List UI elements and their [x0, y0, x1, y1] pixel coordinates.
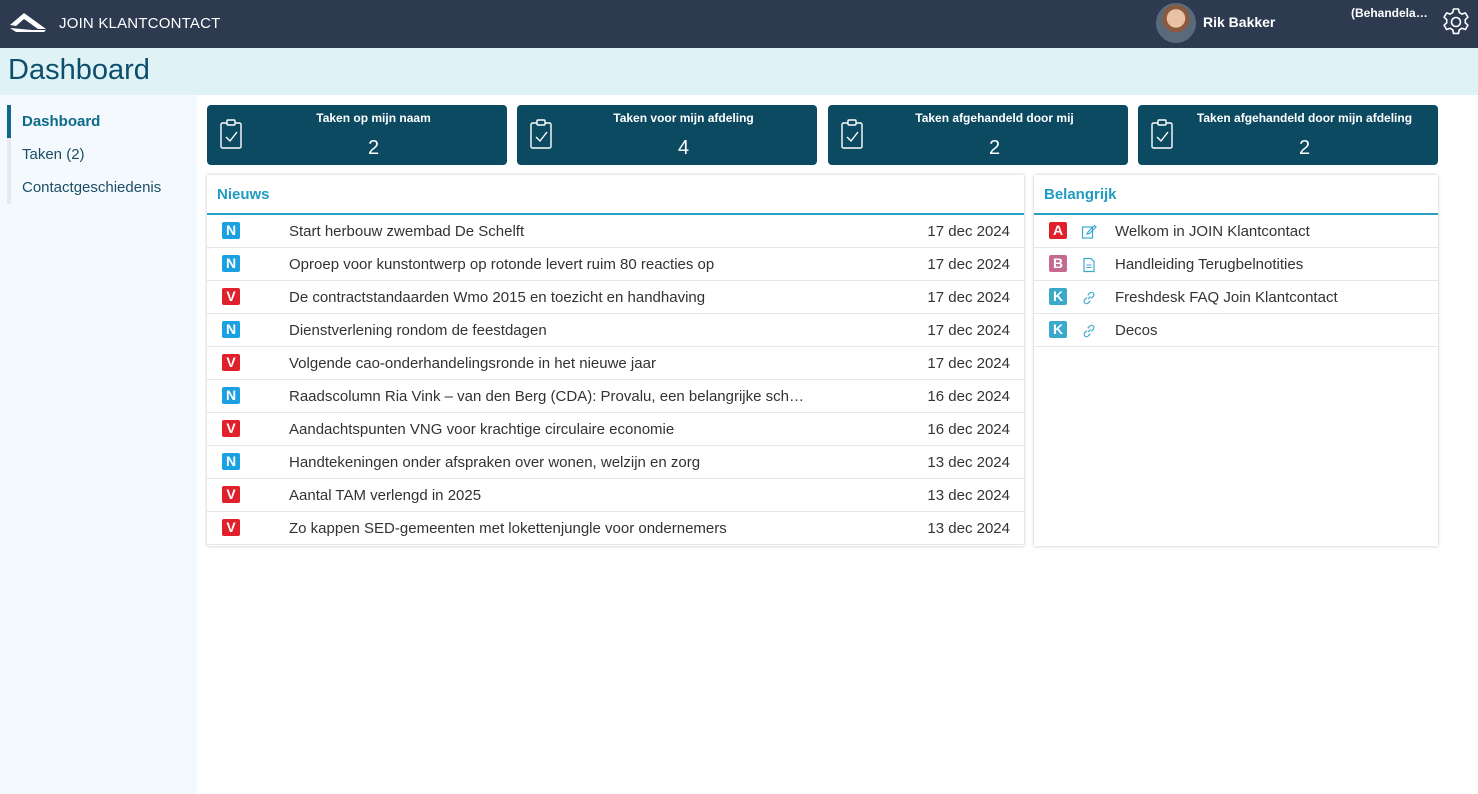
- news-row[interactable]: V Zo kappen SED-gemeenten met lokettenjun…: [207, 512, 1024, 545]
- important-panel: Belangrijk A Welkom in JOIN Klantcontact B…: [1034, 175, 1438, 546]
- news-row[interactable]: N Start herbouw zwembad De Schelft 17 dec …: [207, 215, 1024, 248]
- important-type-badge: A: [1049, 222, 1067, 239]
- join-logo-icon[interactable]: [8, 11, 48, 35]
- news-date: 17 dec 2024: [927, 322, 1010, 339]
- news-type-badge: V: [222, 354, 240, 371]
- sidebar-item-taken[interactable]: Taken (2): [11, 138, 187, 171]
- edit-icon: [1081, 224, 1097, 240]
- news-title[interactable]: Handtekeningen onder afspraken over wone…: [289, 454, 809, 471]
- news-title[interactable]: Raadscolumn Ria Vink – van den Berg (CDA…: [289, 388, 809, 405]
- important-row[interactable]: B Handleiding Terugbelnotities: [1034, 248, 1438, 281]
- important-type-badge: K: [1049, 288, 1067, 305]
- tile-count: 2: [988, 137, 1001, 159]
- news-date: 16 dec 2024: [927, 421, 1010, 438]
- news-date: 16 dec 2024: [927, 388, 1010, 405]
- sidebar: Dashboard Taken (2) Contactgeschiedenis: [0, 95, 197, 794]
- important-row[interactable]: K Freshdesk FAQ Join Klantcontact: [1034, 281, 1438, 314]
- tile-taken-voor-mijn-afdeling[interactable]: Taken voor mijn afdeling 4: [517, 105, 817, 165]
- news-date: 17 dec 2024: [927, 256, 1010, 273]
- news-date: 17 dec 2024: [927, 355, 1010, 372]
- news-title[interactable]: Start herbouw zwembad De Schelft: [289, 223, 809, 240]
- important-panel-title: Belangrijk: [1034, 175, 1438, 215]
- news-title[interactable]: Dienstverlening rondom de feestdagen: [289, 322, 809, 339]
- tile-taken-op-mijn-naam[interactable]: Taken op mijn naam 2: [207, 105, 507, 165]
- important-title[interactable]: Handleiding Terugbelnotities: [1115, 256, 1303, 273]
- page-header: Dashboard: [0, 48, 1478, 95]
- news-type-badge: V: [222, 486, 240, 503]
- important-title[interactable]: Decos: [1115, 322, 1158, 339]
- news-type-badge: N: [222, 222, 240, 239]
- news-row[interactable]: V Volgende cao-onderhandelingsronde in he…: [207, 347, 1024, 380]
- avatar[interactable]: [1156, 3, 1196, 43]
- important-list: A Welkom in JOIN Klantcontact B Handleiding…: [1034, 215, 1438, 347]
- tile-count: 2: [1298, 137, 1311, 159]
- news-type-badge: N: [222, 387, 240, 404]
- important-title[interactable]: Welkom in JOIN Klantcontact: [1115, 223, 1310, 240]
- tile-label: Taken afgehandeld door mij: [915, 111, 1074, 125]
- news-date: 13 dec 2024: [927, 487, 1010, 504]
- news-title[interactable]: De contractstandaarden Wmo 2015 en toezi…: [289, 289, 809, 306]
- news-title[interactable]: Aantal TAM verlengd in 2025: [289, 487, 809, 504]
- news-title[interactable]: Aandachtspunten VNG voor krachtige circu…: [289, 421, 809, 438]
- news-row[interactable]: N Handtekeningen onder afspraken over won…: [207, 446, 1024, 479]
- news-row[interactable]: N Oproep voor kunstontwerp op rotonde lev…: [207, 248, 1024, 281]
- tile-taken-afgehandeld-door-mijn-afdeling[interactable]: Taken afgehandeld door mijn afdeling 2: [1138, 105, 1438, 165]
- clipboard-check-icon: [220, 119, 242, 149]
- important-type-badge: K: [1049, 321, 1067, 338]
- link-icon: [1081, 290, 1097, 306]
- document-icon: [1081, 257, 1097, 273]
- tile-count: 2: [367, 137, 380, 159]
- news-type-badge: N: [222, 453, 240, 470]
- sidebar-nav: Dashboard Taken (2) Contactgeschiedenis: [7, 105, 187, 204]
- sidebar-item-dashboard[interactable]: Dashboard: [7, 105, 187, 138]
- tile-count: 4: [677, 137, 690, 159]
- news-panel-title: Nieuws: [207, 175, 1024, 215]
- tile-label: Taken op mijn naam: [316, 111, 431, 125]
- app-title[interactable]: JOIN KLANTCONTACT: [59, 15, 220, 32]
- news-panel: Nieuws N Start herbouw zwembad De Schelft…: [207, 175, 1024, 546]
- important-type-badge: B: [1049, 255, 1067, 272]
- user-name[interactable]: Rik Bakker: [1203, 14, 1275, 30]
- news-type-badge: V: [222, 288, 240, 305]
- news-title[interactable]: Volgende cao-onderhandelingsronde in het…: [289, 355, 809, 372]
- news-type-badge: N: [222, 321, 240, 338]
- news-row[interactable]: V Aandachtspunten VNG voor krachtige circ…: [207, 413, 1024, 446]
- tile-label: Taken afgehandeld door mijn afdeling: [1196, 111, 1413, 125]
- news-type-badge: V: [222, 519, 240, 536]
- clipboard-check-icon: [1151, 119, 1173, 149]
- news-title[interactable]: Oproep voor kunstontwerp op rotonde leve…: [289, 256, 809, 273]
- top-bar: JOIN KLANTCONTACT Rik Bakker (Behandelaa…: [0, 0, 1478, 48]
- important-row[interactable]: K Decos: [1034, 314, 1438, 347]
- news-list: N Start herbouw zwembad De Schelft 17 dec …: [207, 215, 1024, 545]
- sidebar-item-contactgeschiedenis[interactable]: Contactgeschiedenis: [11, 171, 187, 204]
- link-icon: [1081, 323, 1097, 339]
- news-date: 17 dec 2024: [927, 223, 1010, 240]
- page-title: Dashboard: [8, 54, 150, 86]
- news-row[interactable]: V Aantal TAM verlengd in 2025 13 dec 2024: [207, 479, 1024, 512]
- news-title[interactable]: Zo kappen SED-gemeenten met lokettenjung…: [289, 520, 809, 537]
- news-date: 13 dec 2024: [927, 454, 1010, 471]
- clipboard-check-icon: [530, 119, 552, 149]
- clipboard-check-icon: [841, 119, 863, 149]
- news-type-badge: N: [222, 255, 240, 272]
- user-role: (Behandelaar): [1351, 6, 1431, 20]
- news-row[interactable]: N Dienstverlening rondom de feestdagen 17 …: [207, 314, 1024, 347]
- gear-icon[interactable]: [1440, 6, 1472, 38]
- news-row[interactable]: V De contractstandaarden Wmo 2015 en toez…: [207, 281, 1024, 314]
- tile-label: Taken voor mijn afdeling: [613, 111, 754, 125]
- news-date: 13 dec 2024: [927, 520, 1010, 537]
- news-date: 17 dec 2024: [927, 289, 1010, 306]
- important-row[interactable]: A Welkom in JOIN Klantcontact: [1034, 215, 1438, 248]
- tile-taken-afgehandeld-door-mij[interactable]: Taken afgehandeld door mij 2: [828, 105, 1128, 165]
- news-row[interactable]: N Raadscolumn Ria Vink – van den Berg (CD…: [207, 380, 1024, 413]
- important-title[interactable]: Freshdesk FAQ Join Klantcontact: [1115, 289, 1338, 306]
- news-type-badge: V: [222, 420, 240, 437]
